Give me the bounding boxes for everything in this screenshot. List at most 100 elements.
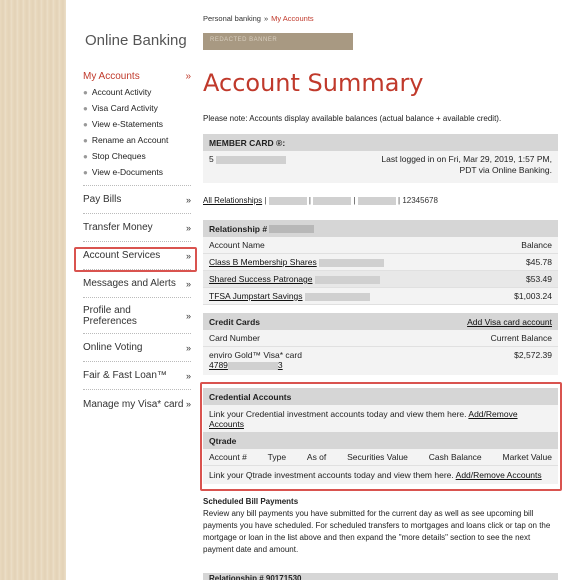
account-balance: $1,003.24 — [514, 291, 552, 301]
card-balance: $2,572.39 — [514, 350, 552, 360]
separator: | — [353, 196, 356, 205]
sidebar-item-label: Online Voting — [83, 342, 143, 353]
separator: | — [308, 196, 311, 205]
redacted-mask — [269, 225, 315, 234]
background-texture — [0, 0, 66, 580]
card-number-prefix: 4789 — [209, 360, 228, 370]
scheduled-body: Review any bill payments you have submit… — [203, 509, 551, 554]
bullet-icon: ● — [83, 151, 88, 161]
member-card-panel: MEMBER CARD ®: 5 Last logged in on Fri, … — [203, 134, 558, 183]
sidebar-item-messages-alerts[interactable]: Messages and Alerts » — [83, 270, 191, 298]
col-balance: Balance — [521, 240, 552, 250]
relationships-bar: All Relationships | | | | 12345678 — [203, 196, 438, 205]
credit-card-col-headers: Card Number Current Balance — [203, 330, 558, 347]
account-row[interactable]: TFSA Jumpstart Savings $1,003.24 — [203, 288, 558, 305]
breadcrumb-current[interactable]: My Accounts — [271, 14, 314, 23]
redacted-banner: REDACTED BANNER — [203, 33, 353, 50]
bullet-icon: ● — [83, 167, 88, 177]
col-card-number: Card Number — [209, 333, 261, 343]
submenu-item-view-e-documents[interactable]: ● View e-Documents — [83, 164, 191, 180]
chevron-right-icon: » — [185, 194, 191, 205]
redacted-mask — [216, 155, 287, 164]
scheduled-title: Scheduled Bill Payments — [203, 497, 299, 506]
highlight-box-account-services — [74, 247, 197, 272]
submenu-label: View e-Documents — [91, 167, 164, 177]
chevron-right-icon: » — [185, 399, 191, 409]
sidebar-item-label: Pay Bills — [83, 194, 122, 205]
member-card-title: MEMBER CARD ®: — [209, 137, 286, 148]
col-account-name: Account Name — [209, 240, 265, 250]
bullet-icon: ● — [83, 87, 88, 97]
sidebar-item-manage-visa[interactable]: Manage my Visa* card» — [83, 390, 191, 418]
redacted-mask[interactable] — [268, 196, 307, 205]
redacted-mask — [304, 292, 370, 301]
submenu-label: View e-Statements — [91, 119, 164, 129]
sidebar-item-pay-bills[interactable]: Pay Bills » — [83, 186, 191, 214]
member-card-header: MEMBER CARD ®: — [203, 134, 558, 151]
relationship-title: Relationship # — [209, 223, 315, 234]
sidebar-item-my-accounts[interactable]: My Accounts » — [83, 68, 191, 84]
submenu-item-stop-cheques[interactable]: ● Stop Cheques — [83, 148, 191, 164]
relationship-2-header: Relationship # 90171530 — [203, 573, 558, 580]
card-name: enviro Gold™ Visa* card — [209, 350, 302, 360]
sidebar-item-label: Fair & Fast Loan™ — [83, 370, 167, 381]
add-visa-card-link[interactable]: Add Visa card account — [467, 317, 552, 327]
submenu-label: Rename an Account — [91, 135, 169, 145]
relationship-panel: Relationship # Account Name Balance Class… — [203, 220, 558, 305]
chevron-right-icon: » — [185, 70, 191, 82]
sidebar-item-profile-preferences[interactable]: Profile and Preferences » — [83, 298, 191, 334]
card-prefix: 5 — [209, 154, 214, 164]
redacted-mask[interactable] — [313, 196, 352, 205]
redacted-mask — [314, 275, 380, 284]
member-card-row: 5 Last logged in on Fri, Mar 29, 2019, 1… — [203, 151, 558, 183]
account-balance: $53.49 — [526, 274, 552, 284]
card-number-suffix: 3 — [277, 360, 283, 370]
credit-cards-header: Credit Cards Add Visa card account — [203, 313, 558, 330]
sidebar-nav: My Accounts » ● Account Activity ● Visa Ca… — [83, 68, 191, 418]
page-title: Account Summary — [203, 69, 424, 97]
sidebar-item-fair-fast-loan[interactable]: Fair & Fast Loan™ » — [83, 362, 191, 390]
scheduled-bill-payments: Scheduled Bill Payments Review any bill … — [203, 496, 558, 556]
breadcrumb-root[interactable]: Personal banking — [203, 14, 261, 23]
bullet-icon: ● — [83, 135, 88, 145]
all-relationships-link[interactable]: All Relationships — [203, 196, 262, 205]
submenu-item-account-activity[interactable]: ● Account Activity — [83, 84, 191, 100]
account-name-link[interactable]: TFSA Jumpstart Savings — [209, 291, 303, 301]
sidebar-item-transfer-money[interactable]: Transfer Money » — [83, 214, 191, 242]
redacted-mask — [319, 258, 385, 267]
breadcrumb: Personal banking» My Accounts — [203, 14, 314, 23]
chevron-right-icon: » — [185, 222, 191, 233]
sidebar-item-label: Messages and Alerts — [83, 278, 176, 289]
banner-text: REDACTED BANNER — [210, 37, 278, 43]
bullet-icon: ● — [83, 103, 88, 113]
col-current-balance: Current Balance — [490, 333, 552, 343]
sidebar-item-label: Transfer Money — [83, 222, 153, 233]
account-name-link[interactable]: Class B Membership Shares — [209, 257, 317, 267]
redacted-mask[interactable] — [357, 196, 396, 205]
member-card-number: 5 — [209, 154, 287, 164]
credit-cards-title: Credit Cards — [209, 316, 261, 327]
account-name-link[interactable]: Shared Success Patronage — [209, 274, 312, 284]
submenu-label: Visa Card Activity — [91, 103, 158, 113]
submenu-label: Account Activity — [91, 87, 152, 97]
sidebar-item-label: Manage my Visa* card — [83, 398, 184, 410]
last-login-text: Last logged in on Fri, Mar 29, 2019, 1:5… — [381, 154, 552, 175]
breadcrumb-separator: » — [263, 14, 269, 23]
submenu-item-visa-card-activity[interactable]: ● Visa Card Activity — [83, 100, 191, 116]
account-row[interactable]: Class B Membership Shares $45.78 — [203, 254, 558, 271]
card-number-link[interactable]: 4789 3 — [209, 360, 283, 370]
credit-card-row[interactable]: enviro Gold™ Visa* card 4789 3 $2,572.39 — [203, 347, 558, 375]
submenu-item-rename-account[interactable]: ● Rename an Account — [83, 132, 191, 148]
relationship-header: Relationship # — [203, 220, 558, 237]
relationship-col-headers: Account Name Balance — [203, 237, 558, 254]
relationship-title-text: Relationship # — [209, 223, 268, 234]
sidebar-title: Online Banking — [85, 32, 187, 49]
account-row[interactable]: Shared Success Patronage $53.49 — [203, 271, 558, 288]
chevron-right-icon: » — [185, 342, 191, 353]
sidebar-item-online-voting[interactable]: Online Voting » — [83, 334, 191, 362]
chevron-right-icon: » — [185, 310, 191, 321]
submenu-item-view-e-statements[interactable]: ● View e-Statements — [83, 116, 191, 132]
credit-cards-panel: Credit Cards Add Visa card account Card N… — [203, 313, 558, 375]
relationship-number-link[interactable]: 12345678 — [402, 196, 438, 205]
chevron-right-icon: » — [185, 370, 191, 381]
